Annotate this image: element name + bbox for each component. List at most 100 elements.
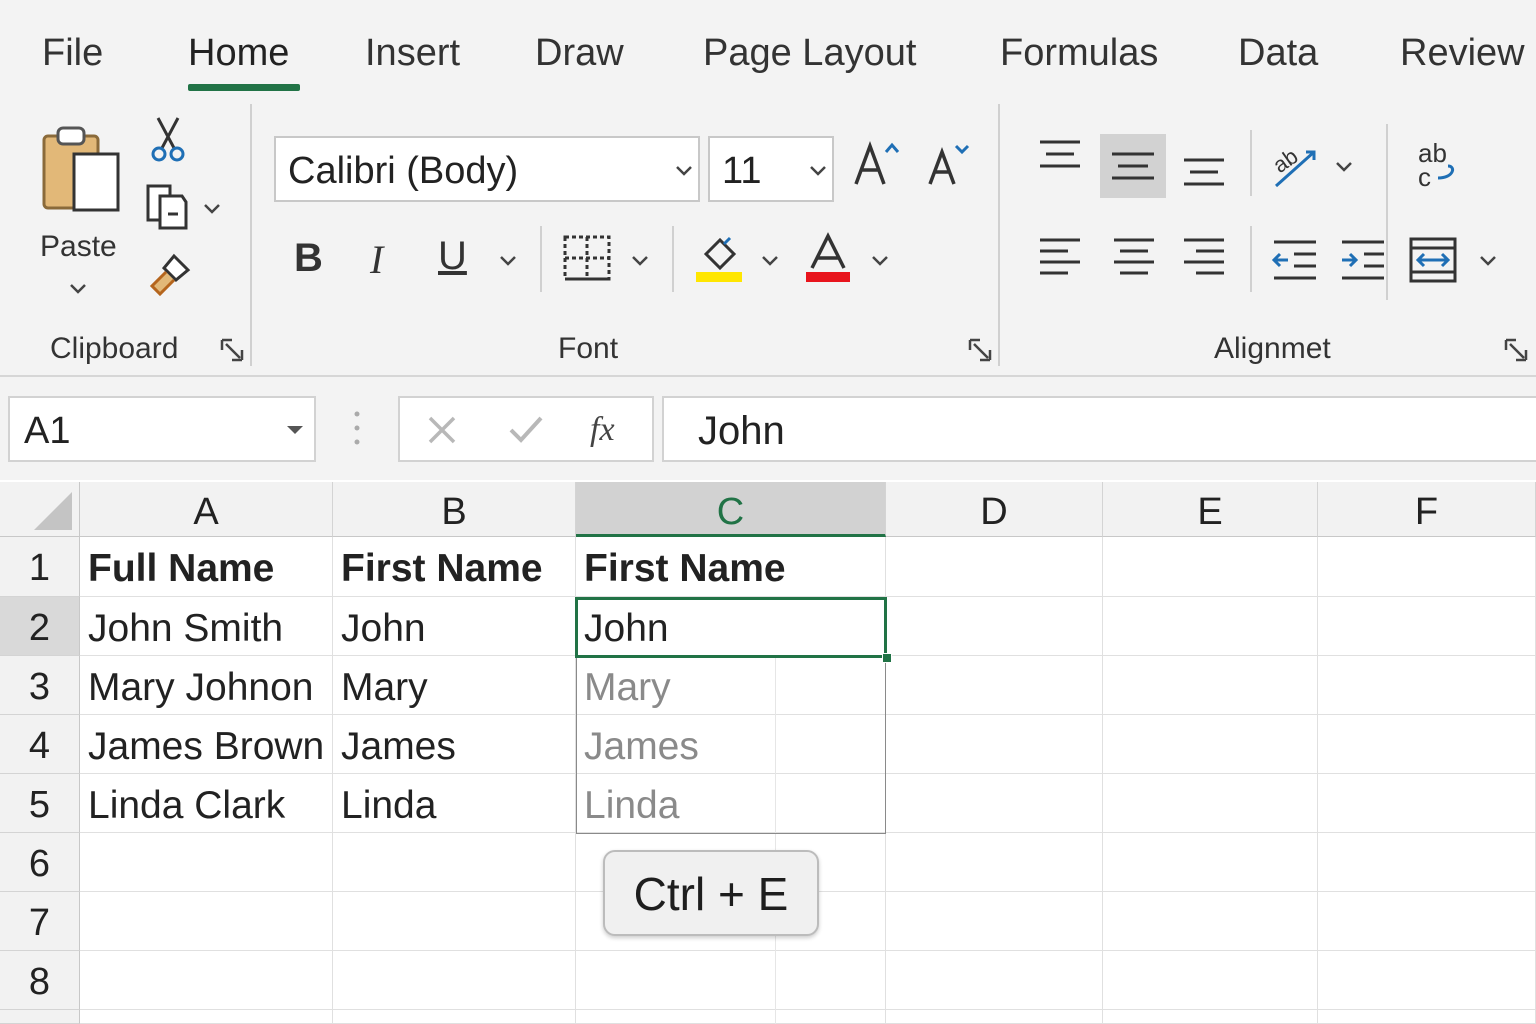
- merge-chevron-icon[interactable]: [1478, 254, 1498, 268]
- cell-d8[interactable]: [886, 951, 1103, 1010]
- cell-d5[interactable]: [886, 774, 1103, 833]
- top-align-button[interactable]: [1036, 138, 1084, 178]
- cell-d6[interactable]: [886, 833, 1103, 892]
- row-header-9[interactable]: [0, 1010, 80, 1024]
- align-left-button[interactable]: [1036, 236, 1084, 280]
- row-header-5[interactable]: 5: [0, 774, 80, 833]
- merge-center-button[interactable]: [1408, 236, 1460, 284]
- cell-e3[interactable]: [1103, 656, 1318, 715]
- cell-d3[interactable]: [886, 656, 1103, 715]
- format-painter-button[interactable]: [146, 250, 196, 300]
- cell-b1[interactable]: First Name: [333, 537, 576, 597]
- cell-c8[interactable]: [576, 951, 886, 1010]
- cell-c9[interactable]: [576, 1010, 886, 1024]
- cell-e2[interactable]: [1103, 597, 1318, 656]
- row-header-7[interactable]: 7: [0, 892, 80, 951]
- bottom-align-button[interactable]: [1180, 152, 1228, 192]
- font-name-dropdown[interactable]: Calibri (Body): [274, 136, 700, 202]
- cell-a6[interactable]: [80, 833, 333, 892]
- cell-b8[interactable]: [333, 951, 576, 1010]
- copy-button[interactable]: [144, 180, 224, 230]
- bold-button[interactable]: B: [294, 236, 330, 286]
- cell-a5[interactable]: Linda Clark: [80, 774, 333, 833]
- cell-f8[interactable]: [1318, 951, 1536, 1010]
- tab-home[interactable]: Home: [188, 30, 289, 76]
- cell-a2[interactable]: John Smith: [80, 597, 333, 656]
- font-color-button[interactable]: [804, 232, 852, 286]
- cell-f2[interactable]: [1318, 597, 1536, 656]
- row-header-2[interactable]: 2: [0, 597, 80, 656]
- row-header-4[interactable]: 4: [0, 715, 80, 774]
- orientation-chevron-icon[interactable]: [1334, 160, 1354, 174]
- cell-d4[interactable]: [886, 715, 1103, 774]
- fill-handle[interactable]: [882, 653, 892, 663]
- column-header-a[interactable]: A: [80, 482, 333, 537]
- insert-function-icon[interactable]: fx: [588, 408, 632, 450]
- cut-button[interactable]: [148, 114, 188, 164]
- column-header-f[interactable]: F: [1318, 482, 1536, 537]
- clipboard-launcher-icon[interactable]: [220, 338, 244, 362]
- cell-f6[interactable]: [1318, 833, 1536, 892]
- decrease-indent-button[interactable]: [1270, 238, 1320, 282]
- decrease-font-button[interactable]: [926, 138, 976, 192]
- cell-a9[interactable]: [80, 1010, 333, 1024]
- cell-b5[interactable]: Linda: [333, 774, 576, 833]
- tab-draw[interactable]: Draw: [535, 30, 624, 76]
- cell-e6[interactable]: [1103, 833, 1318, 892]
- fill-color-chevron-icon[interactable]: [760, 254, 780, 268]
- row-header-3[interactable]: 3: [0, 656, 80, 715]
- cell-f3[interactable]: [1318, 656, 1536, 715]
- confirm-check-icon[interactable]: [508, 414, 544, 446]
- cell-f1[interactable]: [1318, 537, 1536, 597]
- cell-e8[interactable]: [1103, 951, 1318, 1010]
- tab-review[interactable]: Review: [1400, 30, 1525, 76]
- underline-options-chevron-icon[interactable]: [498, 254, 518, 268]
- align-center-button[interactable]: [1110, 236, 1158, 280]
- row-header-1[interactable]: 1: [0, 537, 80, 597]
- cell-a4[interactable]: James Brown: [80, 715, 333, 774]
- tab-formulas[interactable]: Formulas: [1000, 30, 1158, 76]
- cell-d7[interactable]: [886, 892, 1103, 951]
- alignment-launcher-icon[interactable]: [1504, 338, 1528, 362]
- grip-dots-icon[interactable]: [352, 408, 362, 448]
- tab-data[interactable]: Data: [1238, 30, 1318, 76]
- tab-file[interactable]: File: [42, 30, 103, 76]
- row-header-8[interactable]: 8: [0, 951, 80, 1010]
- select-all-corner[interactable]: [0, 482, 80, 537]
- cell-b6[interactable]: [333, 833, 576, 892]
- cell-b9[interactable]: [333, 1010, 576, 1024]
- cell-e7[interactable]: [1103, 892, 1318, 951]
- cell-d1[interactable]: [886, 537, 1103, 597]
- borders-chevron-icon[interactable]: [630, 254, 650, 268]
- cell-f4[interactable]: [1318, 715, 1536, 774]
- cell-a3[interactable]: Mary Johnon: [80, 656, 333, 715]
- formula-input[interactable]: John: [662, 396, 1536, 462]
- row-header-6[interactable]: 6: [0, 833, 80, 892]
- orientation-button[interactable]: ab: [1268, 138, 1324, 192]
- column-header-e[interactable]: E: [1103, 482, 1318, 537]
- column-header-b[interactable]: B: [333, 482, 576, 537]
- increase-indent-button[interactable]: [1338, 238, 1388, 282]
- wrap-text-button[interactable]: ab c: [1414, 138, 1464, 192]
- cell-b2[interactable]: John: [333, 597, 576, 656]
- cell-e9[interactable]: [1103, 1010, 1318, 1024]
- underline-button[interactable]: U: [438, 234, 472, 284]
- paste-button[interactable]: Paste: [36, 122, 126, 302]
- cell-a1[interactable]: Full Name: [80, 537, 333, 597]
- tab-page-layout[interactable]: Page Layout: [703, 30, 916, 76]
- cell-a8[interactable]: [80, 951, 333, 1010]
- cell-b4[interactable]: James: [333, 715, 576, 774]
- cell-a7[interactable]: [80, 892, 333, 951]
- cell-b3[interactable]: Mary: [333, 656, 576, 715]
- increase-font-button[interactable]: [852, 138, 902, 192]
- cell-f9[interactable]: [1318, 1010, 1536, 1024]
- middle-align-button[interactable]: [1100, 134, 1166, 198]
- cell-d9[interactable]: [886, 1010, 1103, 1024]
- name-box[interactable]: A1: [8, 396, 316, 462]
- cell-e4[interactable]: [1103, 715, 1318, 774]
- cell-f7[interactable]: [1318, 892, 1536, 951]
- font-size-dropdown[interactable]: 11: [708, 136, 834, 202]
- cancel-x-icon[interactable]: [426, 414, 458, 446]
- column-header-d[interactable]: D: [886, 482, 1103, 537]
- cell-e5[interactable]: [1103, 774, 1318, 833]
